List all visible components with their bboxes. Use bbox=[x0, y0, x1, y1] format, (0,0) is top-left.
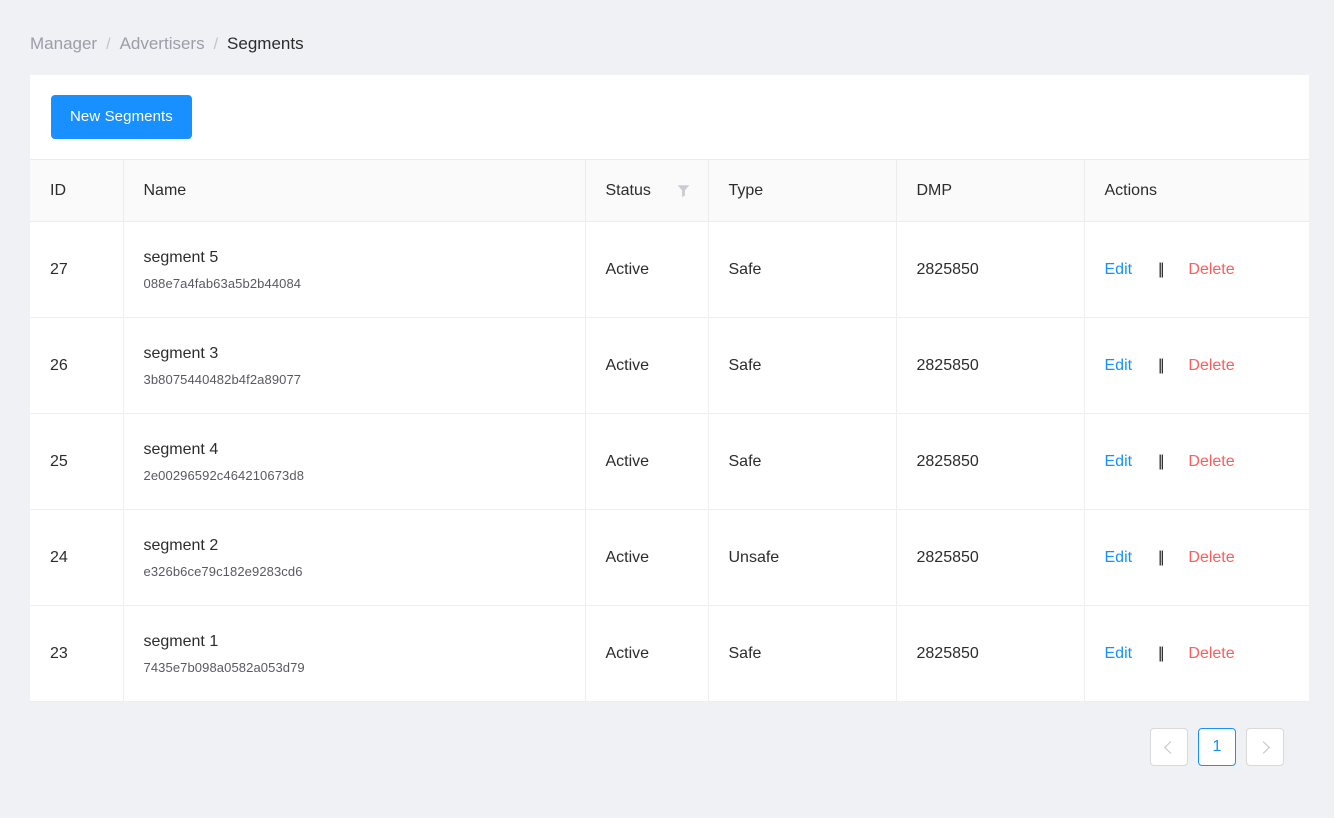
cell-actions: Edit || Delete bbox=[1084, 509, 1309, 606]
cell-name: segment 3 3b8075440482b4f2a89077 bbox=[123, 317, 586, 414]
delete-link[interactable]: Delete bbox=[1188, 261, 1234, 279]
edit-link[interactable]: Edit bbox=[1105, 453, 1133, 471]
column-header-actions: Actions bbox=[1084, 159, 1309, 222]
segment-hash: 2e00296592c464210673d8 bbox=[143, 467, 305, 483]
segment-name: segment 5 bbox=[143, 248, 219, 266]
table-body: 27 segment 5 088e7a4fab63a5b2b44084 Acti… bbox=[30, 221, 1309, 702]
segment-name: segment 4 bbox=[143, 440, 219, 458]
segments-card: New Segments ID Name Status Type DMP Act… bbox=[30, 75, 1309, 766]
action-separator: || bbox=[1158, 644, 1164, 662]
column-header-name[interactable]: Name bbox=[123, 159, 586, 222]
table-row: 23 segment 1 7435e7b098a0582a053d79 Acti… bbox=[30, 605, 1309, 702]
column-header-status-label: Status bbox=[605, 181, 651, 199]
cell-type: Safe bbox=[708, 317, 897, 414]
delete-link[interactable]: Delete bbox=[1188, 549, 1234, 567]
cell-dmp: 2825850 bbox=[896, 413, 1085, 510]
cell-status: Active bbox=[585, 317, 709, 414]
cell-dmp: 2825850 bbox=[896, 317, 1085, 414]
cell-actions: Edit || Delete bbox=[1084, 413, 1309, 510]
edit-link[interactable]: Edit bbox=[1105, 645, 1133, 663]
breadcrumb-item-manager[interactable]: Manager bbox=[30, 32, 97, 56]
cell-status: Active bbox=[585, 509, 709, 606]
new-segments-button[interactable]: New Segments bbox=[51, 95, 192, 139]
cell-status: Active bbox=[585, 605, 709, 702]
edit-link[interactable]: Edit bbox=[1105, 549, 1133, 567]
segment-name: segment 1 bbox=[143, 632, 219, 650]
chevron-right-icon bbox=[1257, 740, 1270, 754]
action-separator: || bbox=[1158, 548, 1164, 566]
filter-funnel-icon[interactable] bbox=[677, 184, 690, 198]
cell-actions: Edit || Delete bbox=[1084, 317, 1309, 414]
segment-name: segment 3 bbox=[143, 344, 219, 362]
segment-name: segment 2 bbox=[143, 536, 219, 554]
action-separator: || bbox=[1158, 452, 1164, 470]
cell-status: Active bbox=[585, 221, 709, 318]
table-header: ID Name Status Type DMP Actions bbox=[30, 159, 1309, 222]
column-header-dmp[interactable]: DMP bbox=[896, 159, 1085, 222]
pagination-prev-button[interactable] bbox=[1150, 728, 1188, 766]
breadcrumb-item-advertisers[interactable]: Advertisers bbox=[120, 32, 205, 56]
edit-link[interactable]: Edit bbox=[1105, 357, 1133, 375]
cell-id: 26 bbox=[30, 317, 124, 414]
cell-dmp: 2825850 bbox=[896, 509, 1085, 606]
delete-link[interactable]: Delete bbox=[1188, 453, 1234, 471]
delete-link[interactable]: Delete bbox=[1188, 645, 1234, 663]
pagination: 1 bbox=[1150, 728, 1284, 766]
segments-table: ID Name Status Type DMP Actions 27 segme… bbox=[30, 159, 1309, 702]
column-header-dmp-label: DMP bbox=[916, 181, 953, 199]
cell-id: 24 bbox=[30, 509, 124, 606]
cell-name: segment 4 2e00296592c464210673d8 bbox=[123, 413, 586, 510]
pagination-next-button[interactable] bbox=[1246, 728, 1284, 766]
cell-actions: Edit || Delete bbox=[1084, 221, 1309, 318]
table-row: 27 segment 5 088e7a4fab63a5b2b44084 Acti… bbox=[30, 221, 1309, 318]
cell-dmp: 2825850 bbox=[896, 221, 1085, 318]
segment-hash: 7435e7b098a0582a053d79 bbox=[143, 659, 305, 675]
cell-name: segment 2 e326b6ce79c182e9283cd6 bbox=[123, 509, 586, 606]
cell-id: 27 bbox=[30, 221, 124, 318]
action-separator: || bbox=[1158, 260, 1164, 278]
card-toolbar: New Segments bbox=[30, 75, 1309, 159]
table-row: 24 segment 2 e326b6ce79c182e9283cd6 Acti… bbox=[30, 509, 1309, 606]
cell-type: Safe bbox=[708, 413, 897, 510]
cell-id: 25 bbox=[30, 413, 124, 510]
table-header-row: ID Name Status Type DMP Actions bbox=[30, 159, 1309, 222]
cell-name: segment 1 7435e7b098a0582a053d79 bbox=[123, 605, 586, 702]
cell-type: Safe bbox=[708, 221, 897, 318]
segment-hash: 3b8075440482b4f2a89077 bbox=[143, 371, 302, 387]
column-header-actions-label: Actions bbox=[1104, 181, 1157, 199]
segment-hash: e326b6ce79c182e9283cd6 bbox=[143, 563, 303, 579]
pagination-page-1[interactable]: 1 bbox=[1198, 728, 1236, 766]
column-header-name-label: Name bbox=[143, 181, 187, 199]
cell-name: segment 5 088e7a4fab63a5b2b44084 bbox=[123, 221, 586, 318]
delete-link[interactable]: Delete bbox=[1188, 357, 1234, 375]
column-header-status[interactable]: Status bbox=[585, 159, 709, 222]
chevron-left-icon bbox=[1164, 740, 1177, 754]
cell-type: Unsafe bbox=[708, 509, 897, 606]
cell-actions: Edit || Delete bbox=[1084, 605, 1309, 702]
column-header-id-label: ID bbox=[50, 181, 66, 199]
action-separator: || bbox=[1158, 356, 1164, 374]
column-header-type-label: Type bbox=[728, 181, 764, 199]
cell-id: 23 bbox=[30, 605, 124, 702]
breadcrumb: Manager / Advertisers / Segments bbox=[0, 0, 1334, 57]
cell-type: Safe bbox=[708, 605, 897, 702]
edit-link[interactable]: Edit bbox=[1105, 261, 1133, 279]
table-row: 25 segment 4 2e00296592c464210673d8 Acti… bbox=[30, 413, 1309, 510]
segment-hash: 088e7a4fab63a5b2b44084 bbox=[143, 275, 302, 291]
breadcrumb-separator: / bbox=[213, 36, 219, 53]
table-row: 26 segment 3 3b8075440482b4f2a89077 Acti… bbox=[30, 317, 1309, 414]
cell-dmp: 2825850 bbox=[896, 605, 1085, 702]
breadcrumb-item-segments: Segments bbox=[227, 34, 304, 53]
breadcrumb-separator: / bbox=[106, 36, 111, 53]
column-header-id[interactable]: ID bbox=[30, 159, 124, 222]
cell-status: Active bbox=[585, 413, 709, 510]
column-header-type[interactable]: Type bbox=[708, 159, 897, 222]
